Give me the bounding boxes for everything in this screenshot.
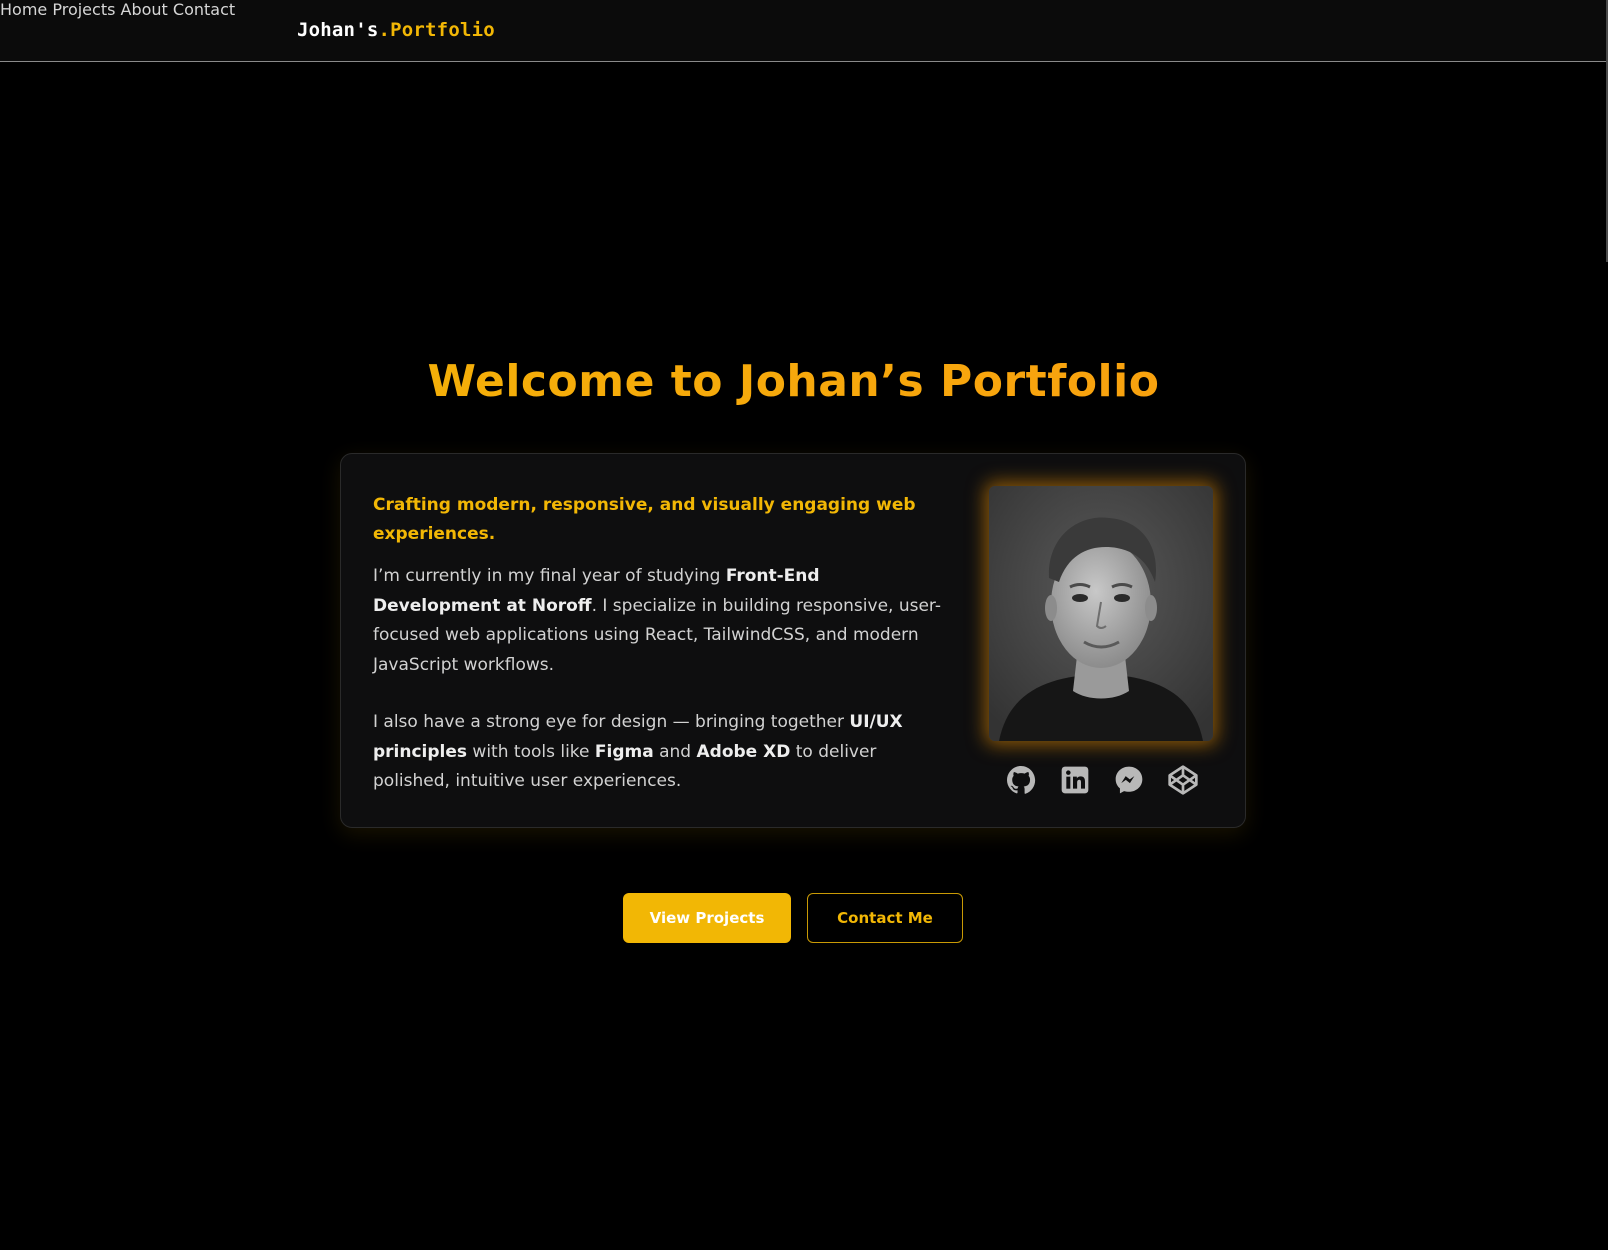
navbar: Johan's.Portfolio Home Projects About Co…	[0, 0, 1608, 62]
intro-paragraph-1: I’m currently in my final year of studyi…	[373, 562, 943, 680]
portrait-illustration	[989, 486, 1213, 741]
p2-bold-2: Figma	[594, 741, 654, 762]
brand-name: Johan's	[297, 19, 379, 41]
p2-text-3: and	[653, 741, 697, 762]
p2-text-2: with tools like	[467, 741, 595, 762]
p1-text-1: I’m currently in my final year of studyi…	[373, 566, 726, 586]
main-nav: Home Projects About Contact	[0, 0, 1608, 19]
nav-about[interactable]: About	[121, 0, 168, 19]
nav-home[interactable]: Home	[0, 0, 47, 19]
messenger-icon[interactable]	[1113, 764, 1145, 796]
brand-logo[interactable]: Johan's.Portfolio	[297, 19, 495, 41]
hero-title: Welcome to Johan’s Portfolio	[0, 356, 1587, 407]
profile-photo	[989, 486, 1213, 741]
contact-me-button[interactable]: Contact Me	[807, 893, 963, 943]
p2-bold-3: Adobe XD	[696, 741, 791, 762]
brand-suffix: .Portfolio	[378, 19, 495, 41]
intro-paragraph-2: I also have a strong eye for design — br…	[373, 708, 943, 797]
codepen-icon[interactable]	[1167, 764, 1199, 796]
view-projects-button[interactable]: View Projects	[623, 893, 791, 943]
intro-card: Crafting modern, responsive, and visuall…	[340, 453, 1246, 828]
tagline: Crafting modern, responsive, and visuall…	[373, 495, 916, 544]
linkedin-icon[interactable]	[1059, 764, 1091, 796]
p2-text-1: I also have a strong eye for design — br…	[373, 712, 850, 732]
github-icon[interactable]	[1005, 764, 1037, 796]
nav-projects[interactable]: Projects	[52, 0, 115, 19]
nav-contact[interactable]: Contact	[173, 0, 235, 19]
